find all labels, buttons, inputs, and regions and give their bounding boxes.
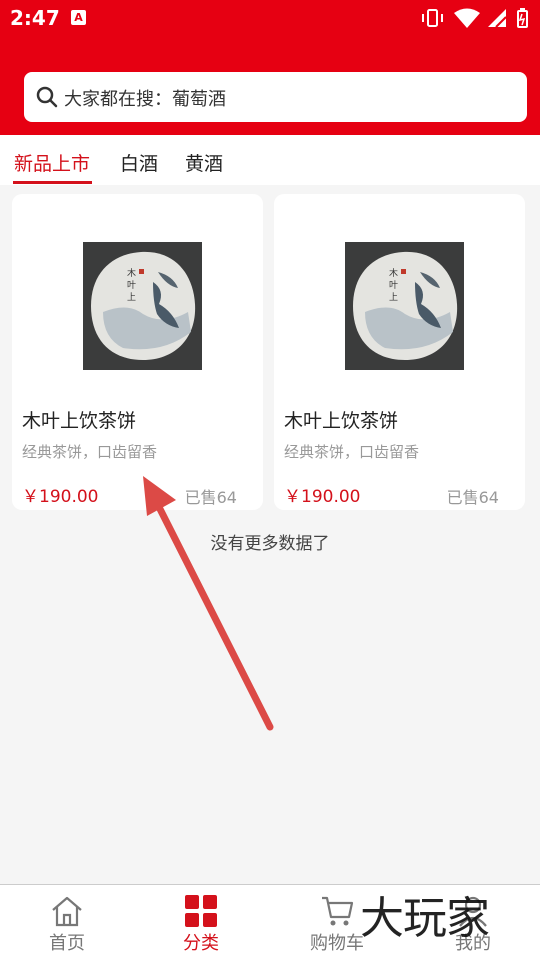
product-name: 木叶上饮茶饼 — [284, 410, 399, 432]
product-image: 木 叶 上 — [83, 242, 202, 370]
svg-text:上: 上 — [127, 292, 136, 303]
category-tabs: 新品上市 白酒 黄酒 — [0, 135, 540, 185]
wifi-icon — [454, 8, 480, 28]
notification-icon: A — [71, 10, 86, 25]
product-description: 经典茶饼，口齿留香 — [22, 443, 158, 461]
no-more-data-text: 没有更多数据了 — [210, 534, 330, 554]
product-card[interactable]: 木 叶 上 木叶上饮茶饼 经典茶饼，口齿留香 ￥190.00 已售64 — [274, 194, 525, 510]
tab-huangjiu[interactable]: 黄酒 — [185, 149, 223, 176]
tab-new-arrivals[interactable]: 新品上市 — [14, 149, 90, 176]
home-icon — [52, 896, 82, 927]
svg-text:木: 木 — [127, 267, 136, 279]
grid-icon — [185, 895, 217, 927]
search-placeholder: 大家都在搜：葡萄酒 — [64, 89, 226, 110]
signal-icon — [488, 9, 507, 28]
battery-icon — [517, 8, 528, 28]
status-bar: 2:47 A — [0, 0, 540, 36]
tab-home[interactable]: 首页 — [12, 885, 122, 960]
tab-category-label: 分类 — [183, 933, 219, 954]
active-tab-indicator — [13, 181, 92, 184]
svg-text:木: 木 — [389, 267, 398, 279]
watermark-logo: 大玩家 — [360, 893, 490, 944]
search-bar[interactable]: 大家都在搜：葡萄酒 — [24, 72, 527, 122]
cart-icon — [322, 896, 354, 926]
product-price: ￥190.00 — [22, 487, 99, 507]
tab-category[interactable]: 分类 — [146, 885, 256, 960]
system-status-icons — [422, 8, 528, 28]
product-sold-count: 已售64 — [184, 488, 237, 507]
vibrate-icon — [422, 9, 443, 27]
status-time: 2:47 — [10, 6, 60, 30]
svg-text:上: 上 — [389, 292, 398, 303]
product-price: ￥190.00 — [284, 487, 361, 507]
product-image: 木 叶 上 — [345, 242, 464, 370]
product-card[interactable]: 木 叶 上 木叶上饮茶饼 经典茶饼，口齿留香 ￥190.00 已售64 — [12, 194, 263, 510]
svg-text:叶: 叶 — [389, 280, 398, 291]
tab-baijiu[interactable]: 白酒 — [120, 149, 158, 176]
product-sold-count: 已售64 — [446, 488, 499, 507]
product-name: 木叶上饮茶饼 — [22, 410, 137, 432]
search-icon — [36, 86, 58, 108]
product-description: 经典茶饼，口齿留香 — [284, 443, 420, 461]
tab-home-label: 首页 — [49, 933, 85, 954]
svg-text:叶: 叶 — [127, 280, 136, 291]
header: 2:47 A 大家都在搜：葡萄酒 — [0, 0, 540, 135]
